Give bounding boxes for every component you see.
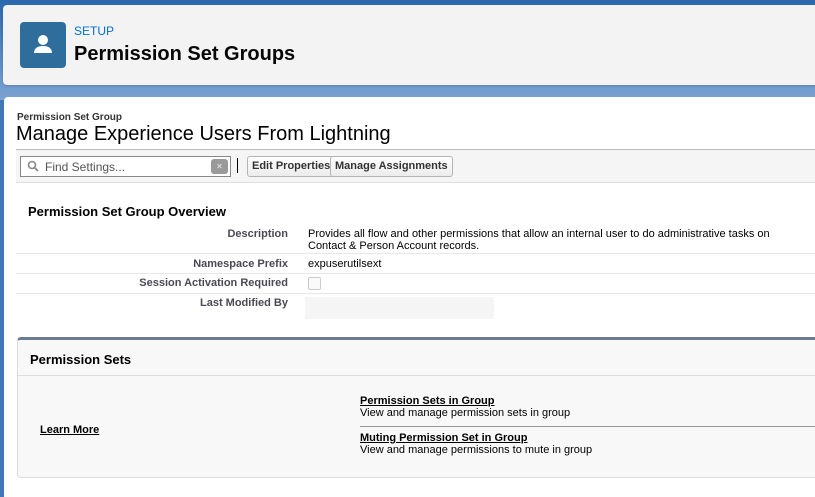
field-label: Session Activation Required (139, 277, 288, 289)
muting-permission-set-item: Muting Permission Set in Group View and … (360, 432, 592, 456)
description-value: Provides all flow and other permissions … (308, 228, 770, 252)
namespace-row: Namespace Prefix expuserutilsext (16, 255, 815, 274)
setup-header: SETUP Permission Set Groups (3, 5, 815, 85)
description-row: Description Provides all flow and other … (16, 225, 815, 254)
session-activation-row: Session Activation Required (16, 274, 815, 294)
main-panel: Permission Set Group Manage Experience U… (4, 97, 815, 497)
namespace-value: expuserutilsext (308, 258, 382, 270)
search-icon (27, 160, 39, 175)
link-description: View and manage permissions to mute in g… (360, 444, 593, 456)
session-activation-checkbox (308, 277, 321, 290)
last-modified-row: Last Modified By (16, 294, 815, 324)
page-pretitle: Permission Set Group (17, 112, 123, 123)
permission-sets-heading: Permission Sets (18, 340, 815, 376)
user-icon (20, 22, 66, 68)
overview-heading: Permission Set Group Overview (28, 204, 226, 219)
find-settings-input[interactable]: Find Settings... ✕ (20, 156, 231, 177)
page-title: Manage Experience Users From Lightning (16, 123, 391, 145)
last-modified-value (305, 297, 494, 319)
learn-more-link[interactable]: Learn More (40, 424, 99, 436)
toolbar-divider (237, 158, 238, 173)
divider (360, 426, 815, 427)
setup-breadcrumb[interactable]: SETUP (74, 24, 114, 38)
header-title: Permission Set Groups (74, 43, 296, 65)
permission-sets-section: Permission Sets Learn More Permission Se… (17, 337, 815, 478)
permission-sets-in-group-item: Permission Sets in Group View and manage… (360, 395, 570, 419)
field-label: Description (227, 228, 288, 240)
muting-permission-set-link[interactable]: Muting Permission Set in Group (360, 432, 592, 444)
field-label: Last Modified By (199, 297, 288, 309)
link-description: View and manage permission sets in group (360, 407, 571, 419)
clear-icon[interactable]: ✕ (211, 159, 228, 174)
search-placeholder: Find Settings... (45, 160, 126, 174)
field-label: Namespace Prefix (193, 258, 288, 270)
permission-sets-in-group-link[interactable]: Permission Sets in Group (360, 395, 570, 407)
toolbar: Find Settings... ✕ Edit Properties Manag… (16, 149, 815, 183)
manage-assignments-button[interactable]: Manage Assignments (330, 156, 453, 177)
edit-properties-button[interactable]: Edit Properties (247, 156, 336, 177)
